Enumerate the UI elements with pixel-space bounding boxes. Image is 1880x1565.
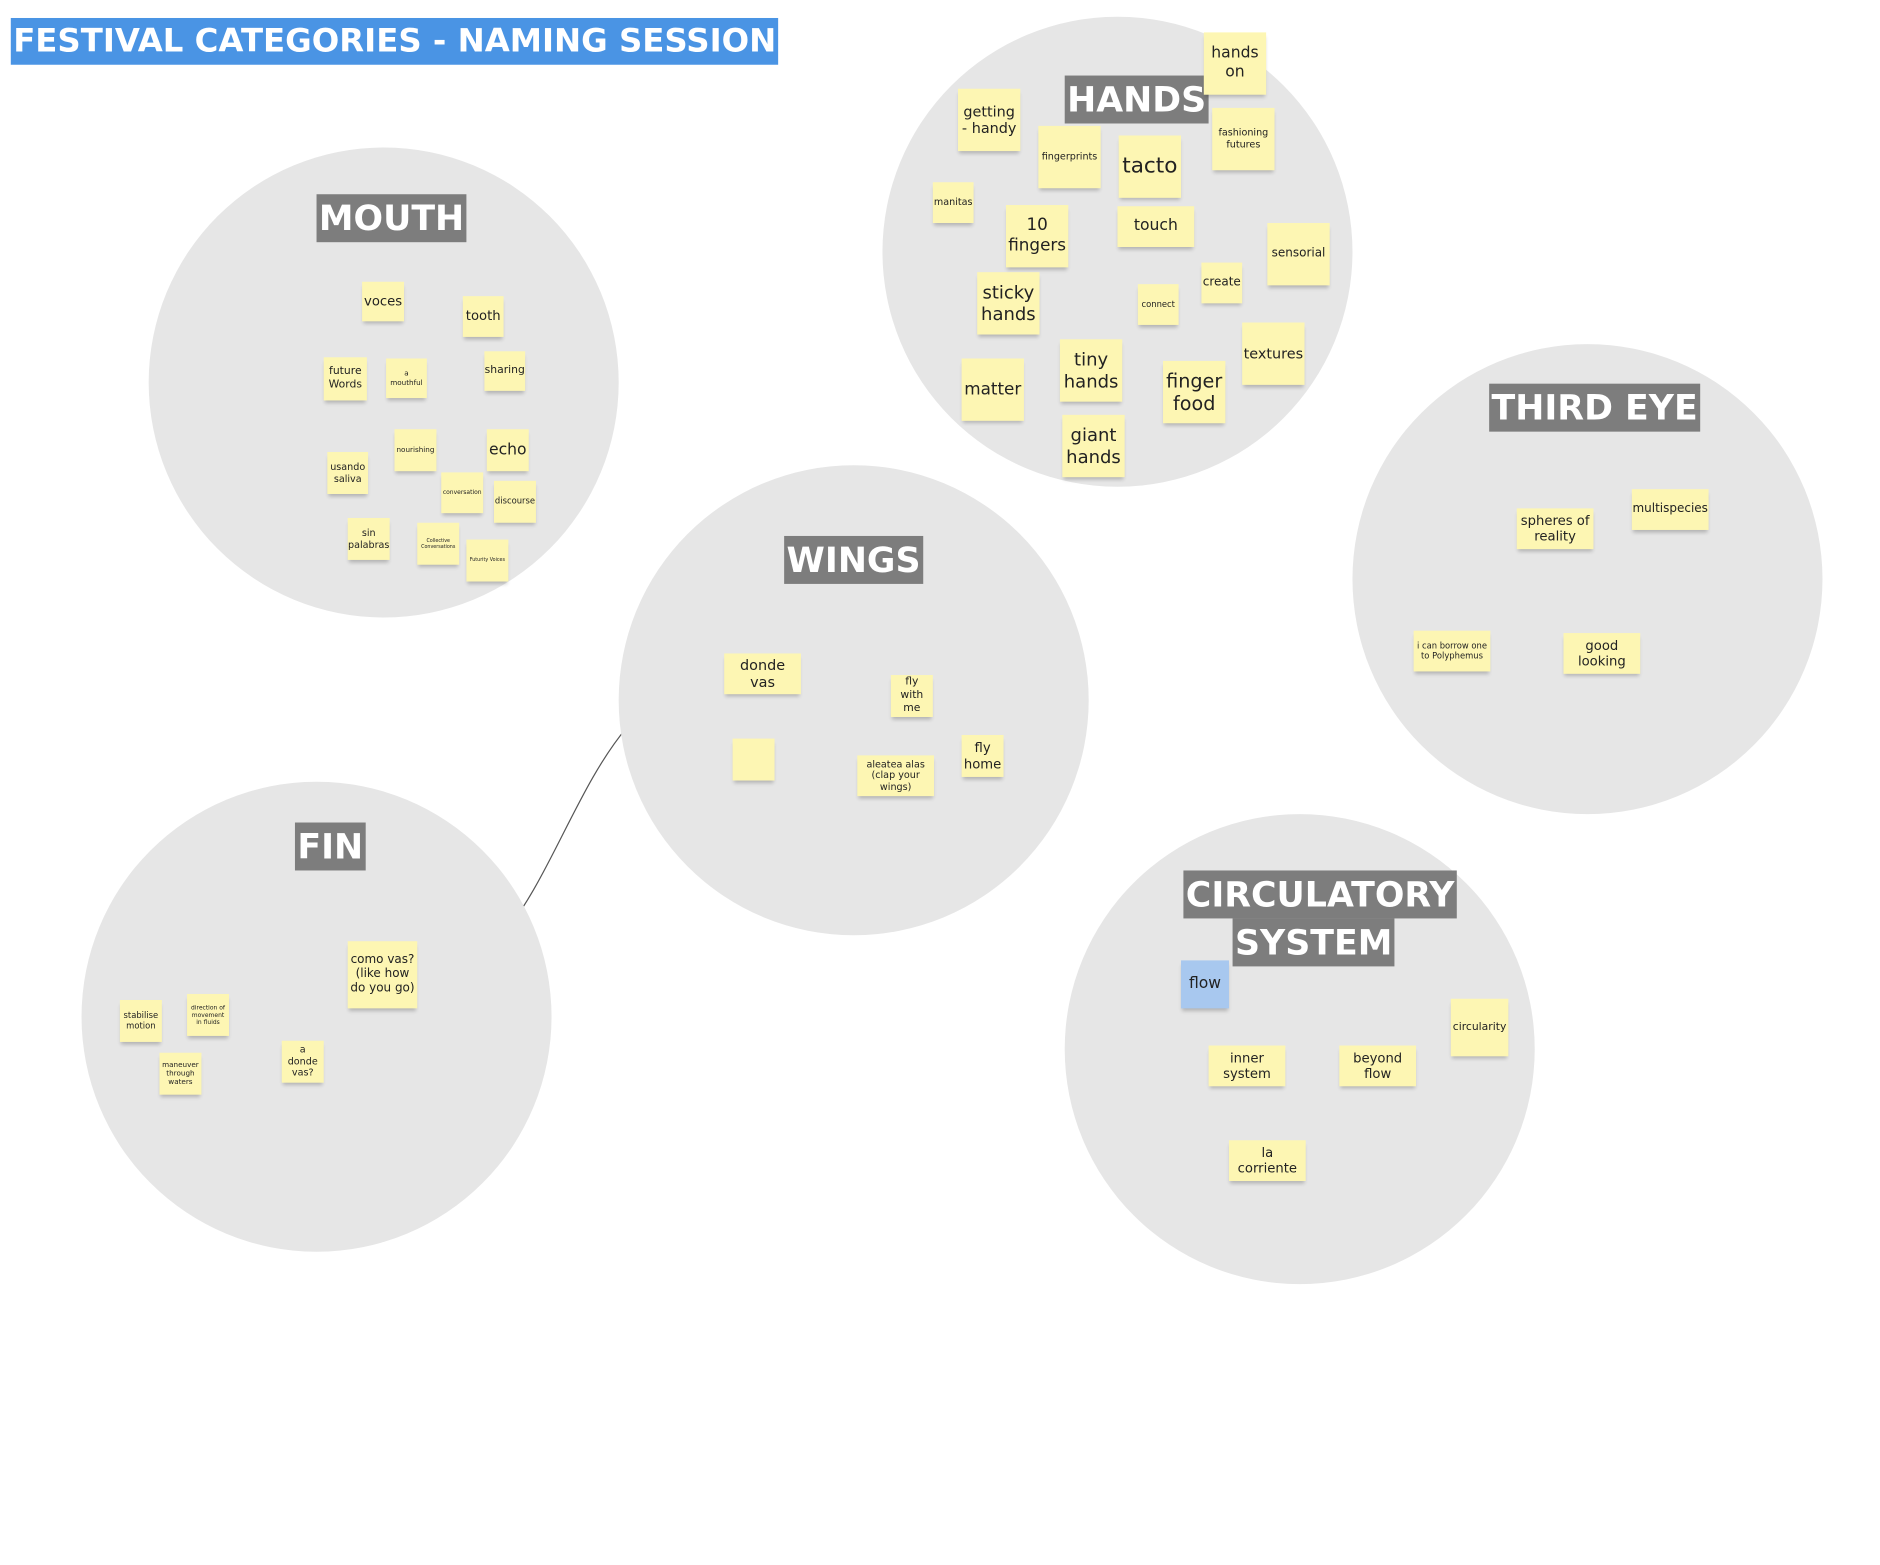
sticky-note[interactable]: good looking bbox=[1563, 633, 1641, 674]
sticky-note[interactable]: a donde vas? bbox=[281, 1040, 324, 1083]
sticky-note[interactable]: tooth bbox=[462, 296, 504, 337]
sticky-note[interactable]: aleatea alas (clap your wings) bbox=[857, 755, 935, 797]
sticky-note[interactable]: multispecies bbox=[1631, 489, 1709, 530]
category-label-circulatory-line1[interactable]: CIRCULATORY bbox=[1183, 870, 1457, 919]
sticky-note[interactable]: matter bbox=[961, 358, 1024, 421]
sticky-note[interactable]: fingerprints bbox=[1038, 125, 1101, 189]
sticky-note[interactable]: finger food bbox=[1163, 360, 1226, 424]
sticky-note[interactable]: fly home bbox=[961, 734, 1004, 777]
sticky-note[interactable]: stabilise motion bbox=[119, 999, 162, 1042]
category-label-circulatory-line2[interactable]: SYSTEM bbox=[1232, 918, 1395, 967]
sticky-note[interactable]: i can borrow one to Polyphemus bbox=[1413, 630, 1491, 672]
sticky-note[interactable]: connect bbox=[1137, 284, 1179, 325]
sticky-note[interactable] bbox=[732, 738, 775, 781]
sticky-note[interactable]: maneuver through waters bbox=[159, 1052, 202, 1095]
sticky-note[interactable]: spheres of reality bbox=[1516, 508, 1594, 550]
sticky-note[interactable]: nourishing bbox=[394, 429, 437, 472]
whiteboard-canvas[interactable]: FESTIVAL CATEGORIES - NAMING SESSION MOU… bbox=[0, 0, 1880, 1565]
sticky-note[interactable]: la corriente bbox=[1228, 1140, 1306, 1182]
category-label-mouth[interactable]: MOUTH bbox=[316, 194, 467, 243]
sticky-note[interactable]: a mouthful bbox=[386, 358, 427, 399]
sticky-note[interactable]: usando saliva bbox=[327, 452, 369, 494]
sticky-note-blue[interactable]: flow bbox=[1181, 960, 1229, 1009]
sticky-note[interactable]: sensorial bbox=[1267, 223, 1330, 286]
sticky-note[interactable]: sticky hands bbox=[977, 272, 1040, 335]
category-label-hands[interactable]: HANDS bbox=[1064, 75, 1209, 124]
sticky-note[interactable]: textures bbox=[1242, 322, 1305, 385]
sticky-note[interactable]: tacto bbox=[1118, 135, 1182, 198]
sticky-note[interactable]: Collective Conversations bbox=[417, 522, 460, 565]
sticky-note[interactable]: giant hands bbox=[1062, 414, 1125, 478]
sticky-note[interactable]: sharing bbox=[484, 351, 526, 391]
category-label-fin[interactable]: FIN bbox=[294, 822, 366, 871]
sticky-note[interactable]: 10 fingers bbox=[1005, 205, 1069, 268]
category-label-third-eye[interactable]: THIRD EYE bbox=[1489, 383, 1701, 432]
sticky-note[interactable]: direction of movement in fluids bbox=[187, 993, 230, 1036]
sticky-note[interactable]: beyond flow bbox=[1339, 1045, 1417, 1087]
sticky-note[interactable]: getting - handy bbox=[958, 88, 1021, 152]
sticky-note[interactable]: echo bbox=[486, 429, 529, 472]
category-label-wings[interactable]: WINGS bbox=[784, 535, 923, 584]
sticky-note[interactable]: voces bbox=[362, 281, 405, 322]
sticky-note[interactable]: donde vas bbox=[724, 653, 801, 695]
sticky-note[interactable]: future Words bbox=[323, 357, 367, 401]
sticky-note[interactable]: touch bbox=[1117, 206, 1195, 247]
sticky-note[interactable]: inner system bbox=[1208, 1045, 1286, 1087]
sticky-note[interactable]: create bbox=[1201, 262, 1243, 304]
sticky-note[interactable]: discourse bbox=[493, 480, 536, 523]
sticky-note[interactable]: conversation bbox=[441, 472, 484, 514]
sticky-note[interactable]: fashioning futures bbox=[1212, 107, 1275, 171]
sticky-note[interactable]: Futurity Voices bbox=[466, 539, 509, 582]
sticky-note[interactable]: como vas? (like how do you go) bbox=[347, 941, 418, 1009]
sticky-note[interactable]: sin palabras bbox=[347, 517, 390, 560]
sticky-note[interactable]: hands on bbox=[1203, 32, 1267, 95]
sticky-note[interactable]: fly with me bbox=[890, 675, 933, 718]
sticky-note[interactable]: tiny hands bbox=[1059, 339, 1123, 402]
sticky-note[interactable]: manitas bbox=[932, 182, 974, 224]
sticky-note[interactable]: circularity bbox=[1450, 998, 1509, 1057]
